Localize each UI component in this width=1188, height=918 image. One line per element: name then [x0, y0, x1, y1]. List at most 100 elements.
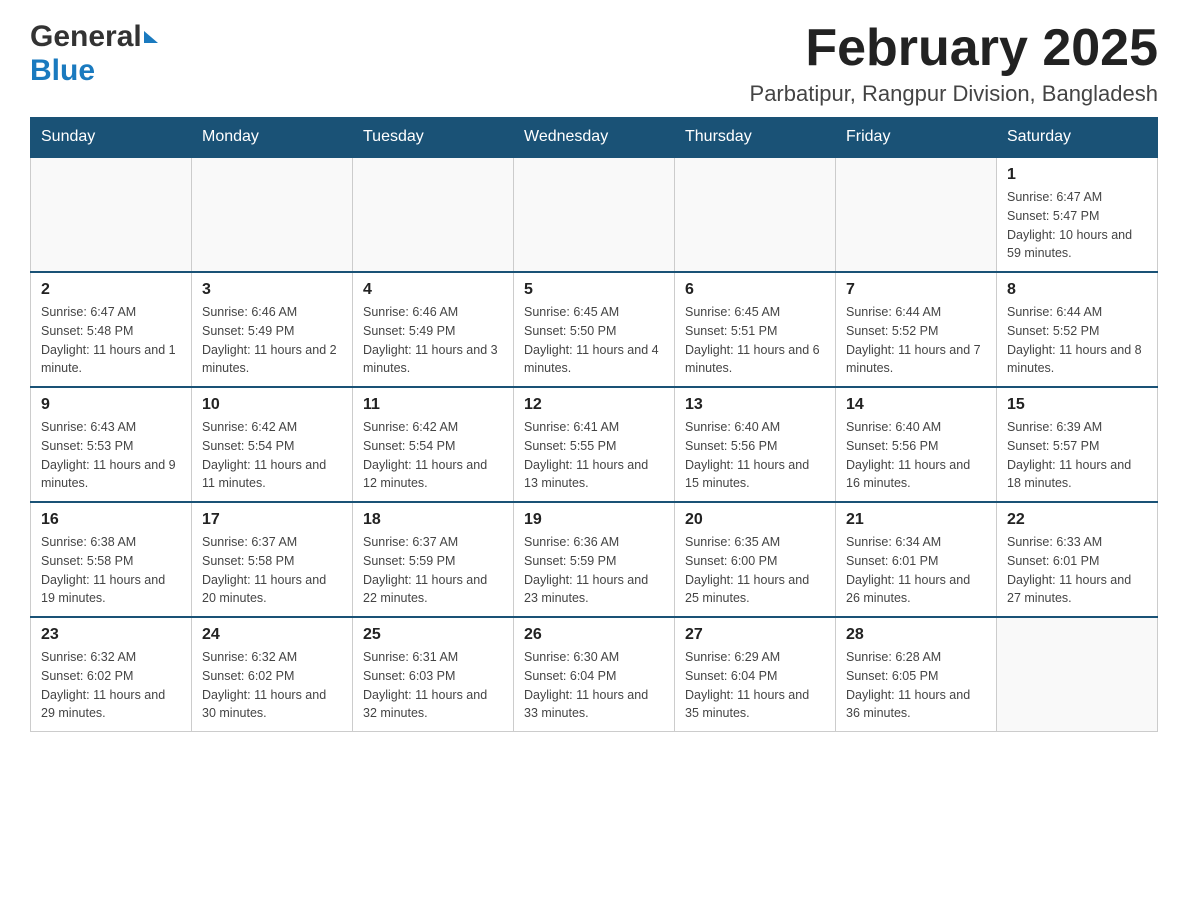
day-info: Sunrise: 6:36 AMSunset: 5:59 PMDaylight:…: [524, 533, 664, 608]
calendar-day-cell: 11Sunrise: 6:42 AMSunset: 5:54 PMDayligh…: [353, 387, 514, 502]
day-number: 26: [524, 626, 664, 644]
day-number: 11: [363, 396, 503, 414]
logo-general-text: General: [30, 20, 142, 54]
calendar-day-cell: [997, 617, 1158, 732]
day-number: 1: [1007, 166, 1147, 184]
day-number: 20: [685, 511, 825, 529]
day-info: Sunrise: 6:41 AMSunset: 5:55 PMDaylight:…: [524, 418, 664, 493]
day-info: Sunrise: 6:45 AMSunset: 5:51 PMDaylight:…: [685, 303, 825, 378]
day-of-week-header: Thursday: [675, 118, 836, 158]
logo-arrow-icon: [144, 31, 158, 43]
day-info: Sunrise: 6:28 AMSunset: 6:05 PMDaylight:…: [846, 648, 986, 723]
calendar-table: SundayMondayTuesdayWednesdayThursdayFrid…: [30, 117, 1158, 732]
calendar-week-row: 1 Sunrise: 6:47 AMSunset: 5:47 PMDaylight…: [31, 157, 1158, 272]
day-of-week-header: Sunday: [31, 118, 192, 158]
day-info: Sunrise: 6:44 AMSunset: 5:52 PMDaylight:…: [1007, 303, 1147, 378]
day-of-week-header: Wednesday: [514, 118, 675, 158]
day-of-week-header: Monday: [192, 118, 353, 158]
day-number: 15: [1007, 396, 1147, 414]
calendar-day-cell: 1 Sunrise: 6:47 AMSunset: 5:47 PMDaylight…: [997, 157, 1158, 272]
calendar-week-row: 2 Sunrise: 6:47 AMSunset: 5:48 PMDaylight…: [31, 272, 1158, 387]
day-number: 22: [1007, 511, 1147, 529]
day-info: Sunrise: 6:37 AMSunset: 5:59 PMDaylight:…: [363, 533, 503, 608]
day-number: 25: [363, 626, 503, 644]
day-number: 13: [685, 396, 825, 414]
day-number: 21: [846, 511, 986, 529]
day-of-week-header: Saturday: [997, 118, 1158, 158]
calendar-day-cell: 15 Sunrise: 6:39 AMSunset: 5:57 PMDayligh…: [997, 387, 1158, 502]
calendar-day-cell: 7 Sunrise: 6:44 AMSunset: 5:52 PMDaylight…: [836, 272, 997, 387]
day-info: Sunrise: 6:30 AMSunset: 6:04 PMDaylight:…: [524, 648, 664, 723]
day-info: Sunrise: 6:31 AMSunset: 6:03 PMDaylight:…: [363, 648, 503, 723]
calendar-week-row: 16Sunrise: 6:38 AMSunset: 5:58 PMDayligh…: [31, 502, 1158, 617]
day-number: 8: [1007, 281, 1147, 299]
logo-blue-text: Blue: [30, 54, 95, 87]
day-number: 7: [846, 281, 986, 299]
calendar-day-cell: 22 Sunrise: 6:33 AMSunset: 6:01 PMDayligh…: [997, 502, 1158, 617]
day-info: Sunrise: 6:34 AMSunset: 6:01 PMDaylight:…: [846, 533, 986, 608]
day-info: Sunrise: 6:47 AMSunset: 5:48 PMDaylight:…: [41, 303, 181, 378]
calendar-day-cell: 12 Sunrise: 6:41 AMSunset: 5:55 PMDayligh…: [514, 387, 675, 502]
calendar-day-cell: 28 Sunrise: 6:28 AMSunset: 6:05 PMDayligh…: [836, 617, 997, 732]
day-info: Sunrise: 6:43 AMSunset: 5:53 PMDaylight:…: [41, 418, 181, 493]
day-number: 4: [363, 281, 503, 299]
day-number: 9: [41, 396, 181, 414]
calendar-day-cell: 13 Sunrise: 6:40 AMSunset: 5:56 PMDayligh…: [675, 387, 836, 502]
calendar-day-cell: 5 Sunrise: 6:45 AMSunset: 5:50 PMDaylight…: [514, 272, 675, 387]
day-info: Sunrise: 6:42 AMSunset: 5:54 PMDaylight:…: [202, 418, 342, 493]
day-info: Sunrise: 6:37 AMSunset: 5:58 PMDaylight:…: [202, 533, 342, 608]
calendar-title: February 2025: [750, 20, 1158, 77]
calendar-header-row: SundayMondayTuesdayWednesdayThursdayFrid…: [31, 118, 1158, 158]
day-info: Sunrise: 6:44 AMSunset: 5:52 PMDaylight:…: [846, 303, 986, 378]
calendar-day-cell: 9 Sunrise: 6:43 AMSunset: 5:53 PMDaylight…: [31, 387, 192, 502]
day-number: 18: [363, 511, 503, 529]
day-info: Sunrise: 6:33 AMSunset: 6:01 PMDaylight:…: [1007, 533, 1147, 608]
day-number: 17: [202, 511, 342, 529]
calendar-day-cell: 3 Sunrise: 6:46 AMSunset: 5:49 PMDaylight…: [192, 272, 353, 387]
day-of-week-header: Tuesday: [353, 118, 514, 158]
day-number: 12: [524, 396, 664, 414]
calendar-day-cell: [353, 157, 514, 272]
page-header: General Blue February 2025 Parbatipur, R…: [30, 20, 1158, 107]
day-info: Sunrise: 6:38 AMSunset: 5:58 PMDaylight:…: [41, 533, 181, 608]
calendar-day-cell: 8 Sunrise: 6:44 AMSunset: 5:52 PMDaylight…: [997, 272, 1158, 387]
day-number: 3: [202, 281, 342, 299]
calendar-day-cell: 2 Sunrise: 6:47 AMSunset: 5:48 PMDaylight…: [31, 272, 192, 387]
calendar-day-cell: 16Sunrise: 6:38 AMSunset: 5:58 PMDayligh…: [31, 502, 192, 617]
calendar-day-cell: [192, 157, 353, 272]
day-number: 6: [685, 281, 825, 299]
calendar-day-cell: 21 Sunrise: 6:34 AMSunset: 6:01 PMDayligh…: [836, 502, 997, 617]
day-info: Sunrise: 6:40 AMSunset: 5:56 PMDaylight:…: [685, 418, 825, 493]
day-info: Sunrise: 6:46 AMSunset: 5:49 PMDaylight:…: [363, 303, 503, 378]
day-info: Sunrise: 6:40 AMSunset: 5:56 PMDaylight:…: [846, 418, 986, 493]
day-info: Sunrise: 6:46 AMSunset: 5:49 PMDaylight:…: [202, 303, 342, 378]
day-number: 24: [202, 626, 342, 644]
calendar-day-cell: 6 Sunrise: 6:45 AMSunset: 5:51 PMDaylight…: [675, 272, 836, 387]
day-info: Sunrise: 6:45 AMSunset: 5:50 PMDaylight:…: [524, 303, 664, 378]
day-info: Sunrise: 6:32 AMSunset: 6:02 PMDaylight:…: [202, 648, 342, 723]
day-of-week-header: Friday: [836, 118, 997, 158]
calendar-day-cell: 4 Sunrise: 6:46 AMSunset: 5:49 PMDaylight…: [353, 272, 514, 387]
calendar-subtitle: Parbatipur, Rangpur Division, Bangladesh: [750, 81, 1158, 107]
calendar-day-cell: 24 Sunrise: 6:32 AMSunset: 6:02 PMDayligh…: [192, 617, 353, 732]
calendar-day-cell: 27Sunrise: 6:29 AMSunset: 6:04 PMDayligh…: [675, 617, 836, 732]
calendar-day-cell: 19 Sunrise: 6:36 AMSunset: 5:59 PMDayligh…: [514, 502, 675, 617]
calendar-day-cell: [836, 157, 997, 272]
calendar-day-cell: 14Sunrise: 6:40 AMSunset: 5:56 PMDayligh…: [836, 387, 997, 502]
calendar-day-cell: 26 Sunrise: 6:30 AMSunset: 6:04 PMDayligh…: [514, 617, 675, 732]
calendar-week-row: 23 Sunrise: 6:32 AMSunset: 6:02 PMDayligh…: [31, 617, 1158, 732]
day-number: 5: [524, 281, 664, 299]
day-info: Sunrise: 6:32 AMSunset: 6:02 PMDaylight:…: [41, 648, 181, 723]
day-number: 23: [41, 626, 181, 644]
calendar-day-cell: 10Sunrise: 6:42 AMSunset: 5:54 PMDayligh…: [192, 387, 353, 502]
day-info: Sunrise: 6:47 AMSunset: 5:47 PMDaylight:…: [1007, 188, 1147, 263]
calendar-week-row: 9 Sunrise: 6:43 AMSunset: 5:53 PMDaylight…: [31, 387, 1158, 502]
day-number: 19: [524, 511, 664, 529]
day-info: Sunrise: 6:29 AMSunset: 6:04 PMDaylight:…: [685, 648, 825, 723]
day-number: 2: [41, 281, 181, 299]
calendar-day-cell: [675, 157, 836, 272]
calendar-day-cell: 18 Sunrise: 6:37 AMSunset: 5:59 PMDayligh…: [353, 502, 514, 617]
day-number: 28: [846, 626, 986, 644]
day-info: Sunrise: 6:39 AMSunset: 5:57 PMDaylight:…: [1007, 418, 1147, 493]
logo: General Blue: [30, 20, 158, 88]
